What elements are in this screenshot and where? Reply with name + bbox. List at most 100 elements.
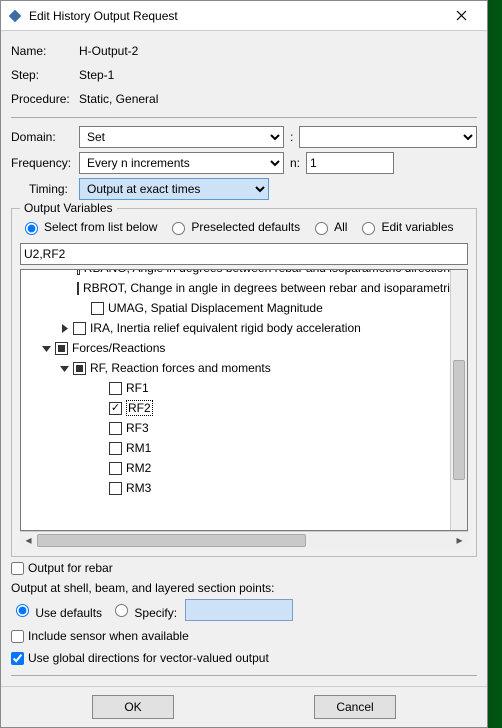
tree-item[interactable]: RF2 bbox=[21, 398, 450, 418]
domain-label: Domain: bbox=[11, 130, 79, 144]
tree-item[interactable]: RM3 bbox=[21, 478, 450, 498]
scroll-left-icon[interactable]: ◂ bbox=[20, 533, 37, 548]
tree-checkbox[interactable] bbox=[91, 302, 104, 315]
tree-item[interactable]: RF, Reaction forces and moments bbox=[21, 358, 450, 378]
tree-item-label: RF1 bbox=[126, 381, 149, 395]
mode-all[interactable]: All bbox=[310, 219, 347, 235]
tree-item[interactable]: RBANG, Angle in degrees between rebar an… bbox=[21, 270, 450, 278]
twisty-none bbox=[93, 381, 107, 395]
output-variables-title: Output Variables bbox=[20, 201, 117, 215]
include-sensor-label: Include sensor when available bbox=[28, 629, 189, 643]
selected-variables-input[interactable] bbox=[20, 243, 468, 265]
tree-checkbox[interactable] bbox=[109, 442, 122, 455]
scrollbar-thumb[interactable] bbox=[453, 360, 465, 480]
twisty-none bbox=[93, 401, 107, 415]
tree-item-label: RM3 bbox=[126, 481, 151, 495]
output-for-rebar-label: Output for rebar bbox=[28, 561, 113, 575]
tree-item[interactable]: RF3 bbox=[21, 418, 450, 438]
specify-radio[interactable]: Specify: bbox=[110, 601, 177, 620]
twisty-none bbox=[93, 421, 107, 435]
twisty-none bbox=[75, 301, 89, 315]
variable-mode-radios: Select from list below Preselected defau… bbox=[20, 219, 468, 235]
tree-item[interactable]: IRA, Inertia relief equivalent rigid bod… bbox=[21, 318, 450, 338]
tree-item[interactable]: RF1 bbox=[21, 378, 450, 398]
tree-item-label: UMAG, Spatial Displacement Magnitude bbox=[108, 301, 323, 315]
use-defaults-radio[interactable]: Use defaults bbox=[11, 601, 102, 620]
tree-checkbox[interactable] bbox=[109, 422, 122, 435]
step-value: Step-1 bbox=[79, 68, 477, 82]
window-title: Edit History Output Request bbox=[29, 9, 441, 23]
close-icon bbox=[456, 10, 467, 21]
domain-set-select[interactable] bbox=[299, 126, 477, 148]
cancel-button[interactable]: Cancel bbox=[314, 695, 396, 719]
separator-bottom bbox=[11, 675, 477, 676]
mode-edit[interactable]: Edit variables bbox=[357, 219, 453, 235]
specify-input[interactable] bbox=[185, 599, 293, 621]
global-directions-checkbox[interactable] bbox=[11, 652, 24, 665]
tree-checkbox[interactable] bbox=[109, 402, 122, 415]
procedure-label: Procedure: bbox=[11, 92, 79, 106]
tree-checkbox[interactable] bbox=[109, 462, 122, 475]
tree-item-label: RBROT, Change in angle in degrees betwee… bbox=[83, 281, 450, 295]
tree-item[interactable]: RM2 bbox=[21, 458, 450, 478]
ok-button[interactable]: OK bbox=[92, 695, 174, 719]
output-for-rebar-checkbox[interactable] bbox=[11, 562, 24, 575]
twisty-none bbox=[93, 461, 107, 475]
titlebar: Edit History Output Request bbox=[1, 1, 487, 31]
dialog-buttons: OK Cancel bbox=[1, 686, 487, 727]
frequency-select[interactable]: Every n increments bbox=[79, 152, 284, 174]
scroll-right-icon[interactable]: ▸ bbox=[451, 533, 468, 548]
tree-item-label: IRA, Inertia relief equivalent rigid bod… bbox=[90, 321, 361, 335]
domain-select[interactable]: Set bbox=[79, 126, 284, 148]
tree-checkbox[interactable] bbox=[77, 282, 79, 295]
step-label: Step: bbox=[11, 68, 79, 82]
mode-select-from-list[interactable]: Select from list below bbox=[20, 219, 157, 235]
tree-item[interactable]: RM1 bbox=[21, 438, 450, 458]
dialog-edit-history-output: Edit History Output Request Name: H-Outp… bbox=[0, 0, 488, 728]
tree-checkbox[interactable] bbox=[109, 382, 122, 395]
vertical-scrollbar[interactable] bbox=[450, 270, 467, 530]
app-icon bbox=[7, 8, 23, 24]
tree-item-label: Forces/Reactions bbox=[72, 341, 165, 355]
include-sensor-checkbox[interactable] bbox=[11, 630, 24, 643]
frequency-label: Frequency: bbox=[11, 156, 79, 170]
chevron-right-icon[interactable] bbox=[57, 321, 71, 335]
twisty-none bbox=[93, 481, 107, 495]
tree-checkbox[interactable] bbox=[77, 270, 79, 275]
domain-colon: : bbox=[284, 130, 299, 144]
tree-checkbox[interactable] bbox=[109, 482, 122, 495]
tree-item-label: RM2 bbox=[126, 461, 151, 475]
procedure-value: Static, General bbox=[79, 92, 477, 106]
tree-item-label: RBANG, Angle in degrees between rebar an… bbox=[84, 270, 450, 275]
tree-checkbox[interactable] bbox=[55, 342, 68, 355]
close-button[interactable] bbox=[441, 2, 481, 30]
timing-select[interactable]: Output at exact times bbox=[79, 178, 269, 200]
tree-item[interactable]: Forces/Reactions bbox=[21, 338, 450, 358]
variable-tree[interactable]: RBANG, Angle in degrees between rebar an… bbox=[21, 270, 450, 530]
hscroll-thumb[interactable] bbox=[37, 534, 306, 547]
twisty-none bbox=[93, 441, 107, 455]
section-points-label: Output at shell, beam, and layered secti… bbox=[11, 581, 477, 595]
tree-checkbox[interactable] bbox=[73, 322, 86, 335]
variable-tree-container: RBANG, Angle in degrees between rebar an… bbox=[20, 269, 468, 531]
tree-checkbox[interactable] bbox=[73, 362, 86, 375]
n-label: n: bbox=[290, 156, 300, 170]
chevron-down-icon[interactable] bbox=[57, 361, 71, 375]
horizontal-scrollbar[interactable]: ◂ ▸ bbox=[20, 531, 468, 548]
separator bbox=[11, 117, 477, 118]
output-variables-group: Output Variables Select from list below … bbox=[11, 208, 477, 557]
tree-item-label: RF3 bbox=[126, 421, 149, 435]
timing-label: Timing: bbox=[29, 182, 79, 196]
n-input[interactable] bbox=[306, 152, 394, 174]
tree-item-label: RF, Reaction forces and moments bbox=[90, 361, 271, 375]
name-label: Name: bbox=[11, 44, 79, 58]
global-directions-label: Use global directions for vector-valued … bbox=[28, 651, 269, 665]
tree-item-label: RF2 bbox=[126, 400, 153, 416]
tree-item[interactable]: UMAG, Spatial Displacement Magnitude bbox=[21, 298, 450, 318]
name-value: H-Output-2 bbox=[79, 44, 477, 58]
tree-item[interactable]: RBROT, Change in angle in degrees betwee… bbox=[21, 278, 450, 298]
mode-preselected[interactable]: Preselected defaults bbox=[167, 219, 300, 235]
tree-item-label: RM1 bbox=[126, 441, 151, 455]
chevron-down-icon[interactable] bbox=[39, 341, 53, 355]
dialog-content: Name: H-Output-2 Step: Step-1 Procedure:… bbox=[1, 31, 487, 686]
